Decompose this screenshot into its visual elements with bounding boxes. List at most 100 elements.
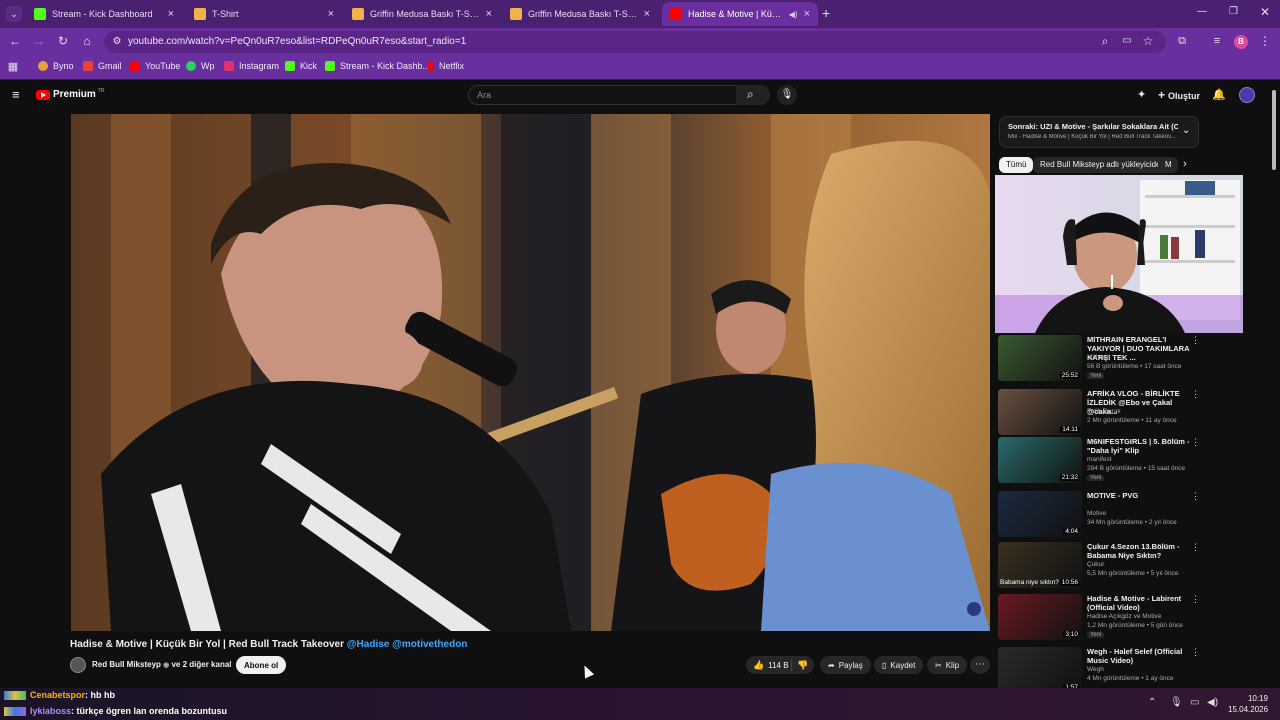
- tab-tshirt[interactable]: T-Shirt ×: [186, 2, 342, 26]
- bookmark-netflix[interactable]: Netflix: [428, 61, 464, 71]
- save-button[interactable]: ▯ Kaydet: [874, 656, 924, 674]
- video-player[interactable]: [71, 114, 990, 631]
- tab-search-button[interactable]: ⌄: [6, 6, 22, 22]
- video-thumbnail[interactable]: 25:52: [998, 335, 1082, 381]
- more-vertical-icon[interactable]: ⋮: [1191, 594, 1200, 605]
- video-thumbnail[interactable]: 4:04: [998, 491, 1082, 537]
- recommendation-item[interactable]: Babama niye sıktın? 10:56 Çukur 4.Sezon 13…: [998, 542, 1208, 592]
- bookmark-star-icon[interactable]: ☆: [1141, 34, 1155, 48]
- close-icon[interactable]: ×: [804, 8, 810, 20]
- recommendation-channel[interactable]: Hadise Açıkgöz ve Motive: [1087, 613, 1161, 620]
- menu-icon[interactable]: ⋮: [1258, 34, 1272, 48]
- recommendation-title[interactable]: Wegh - Halef Selef (Official Music Video…: [1087, 647, 1191, 665]
- chevron-down-icon[interactable]: ⌄: [1182, 125, 1190, 136]
- clip-button[interactable]: ✂ Klip: [927, 656, 968, 674]
- recommendation-item[interactable]: 14:11 AFRİKA VLOG - BİRLİKTE İZLEDİK @Ebo…: [998, 389, 1208, 439]
- volume-icon[interactable]: ◀): [1207, 697, 1218, 708]
- recommendation-channel[interactable]: Çukur: [1087, 561, 1104, 568]
- more-vertical-icon[interactable]: ⋮: [1191, 647, 1200, 658]
- up-next-panel[interactable]: Sonraki: UZI & Motive - Şarkılar Sokakla…: [999, 116, 1199, 148]
- bookmark-gmail[interactable]: Gmail: [83, 61, 122, 71]
- zoom-icon[interactable]: ⌕: [1098, 34, 1112, 48]
- cast-icon[interactable]: ▭: [1120, 34, 1134, 48]
- bookmark-wp[interactable]: Wp: [186, 61, 215, 71]
- close-icon[interactable]: ×: [168, 8, 174, 20]
- bookmark-instagram[interactable]: Instagram: [224, 61, 279, 71]
- more-vertical-icon[interactable]: ⋮: [1191, 491, 1200, 502]
- recommendation-title[interactable]: M6NIFESTGIRLS | 5. Bölüm - "Daha İyi" Kl…: [1087, 437, 1191, 455]
- bookmark-byno[interactable]: Byno: [38, 61, 74, 71]
- url-text[interactable]: youtube.com/watch?v=PeQn0uR7eso&list=RDP…: [128, 36, 466, 47]
- bookmark-youtube[interactable]: YouTube: [130, 61, 180, 71]
- extensions-icon[interactable]: ⧉: [1175, 34, 1189, 48]
- tab-griffin-1[interactable]: Griffin Medusa Baskı T-Shirt - E ×: [344, 2, 500, 26]
- speaker-icon[interactable]: ◀): [789, 10, 798, 19]
- media-control-icon[interactable]: ≡: [1210, 34, 1224, 48]
- video-thumbnail[interactable]: 3:10: [998, 594, 1082, 640]
- dislike-button[interactable]: 👎: [792, 660, 808, 671]
- profile-avatar[interactable]: B: [1234, 35, 1248, 49]
- apps-grid-icon[interactable]: ▦: [6, 60, 20, 74]
- recommendation-item[interactable]: 25:52 MITHRAIN ERANGEL'I YAKIYOR | DUO TA…: [998, 335, 1208, 385]
- bookmark-kick[interactable]: Kick: [285, 61, 317, 71]
- recommendation-channel[interactable]: Mithrain: [1087, 354, 1110, 361]
- chip-all[interactable]: Tümü: [999, 157, 1034, 173]
- hamburger-menu-icon[interactable]: ≡: [12, 88, 20, 101]
- close-icon[interactable]: ×: [328, 8, 334, 20]
- channel-avatar[interactable]: [70, 657, 86, 673]
- account-avatar[interactable]: [1239, 87, 1255, 103]
- forward-button[interactable]: →: [32, 34, 46, 48]
- back-button[interactable]: ←: [8, 34, 22, 48]
- clock[interactable]: 10:19 15.04.2026: [1228, 693, 1268, 715]
- more-vertical-icon[interactable]: ⋮: [1191, 335, 1200, 346]
- minimize-button[interactable]: —: [1197, 6, 1207, 17]
- more-actions-button[interactable]: ⋯: [970, 656, 990, 674]
- bookmark-kick-dashboard[interactable]: Stream - Kick Dashb...: [325, 61, 430, 71]
- tab-youtube-active[interactable]: Hadise & Motive | Küçük Bi ◀) ×: [662, 2, 818, 26]
- chip-more[interactable]: M: [1158, 157, 1178, 173]
- scrollbar-track[interactable]: [1271, 84, 1277, 684]
- chip-uploader[interactable]: Red Bull Miksteyp adlı yükleyiciden: [1033, 157, 1172, 173]
- video-thumbnail[interactable]: Babama niye sıktın? 10:56: [998, 542, 1082, 588]
- recommendation-title[interactable]: MOTIVE - PVG: [1087, 491, 1191, 500]
- more-vertical-icon[interactable]: ⋮: [1191, 542, 1200, 553]
- restore-button[interactable]: ❐: [1229, 6, 1238, 17]
- create-button[interactable]: + Oluştur: [1158, 88, 1200, 102]
- like-button[interactable]: 👍 114 B: [746, 659, 792, 671]
- channel-name[interactable]: Red Bull Miksteyp ◉ ve 2 diğer kanal: [92, 660, 232, 669]
- voice-search-button[interactable]: 🎙: [777, 85, 797, 105]
- reload-button[interactable]: ↻: [56, 34, 70, 48]
- search-input[interactable]: Ara: [468, 85, 770, 105]
- recommendation-channel[interactable]: Fatih Durak: [1087, 408, 1121, 415]
- chevron-right-icon[interactable]: ›: [1183, 158, 1187, 170]
- recommendation-item[interactable]: 3:10 Hadise & Motive - Labirent (Official…: [998, 594, 1208, 644]
- video-title-mentions[interactable]: @Hadise @motivethedon: [347, 639, 468, 650]
- site-info-icon[interactable]: ⚙: [110, 35, 124, 49]
- recommendation-title[interactable]: Çukur 4.Sezon 13.Bölüm - Babama Niye Sık…: [1087, 542, 1191, 560]
- network-icon[interactable]: ▭: [1190, 697, 1199, 708]
- video-thumbnail[interactable]: 21:32: [998, 437, 1082, 483]
- recommendation-item[interactable]: 21:32 M6NIFESTGIRLS | 5. Bölüm - "Daha İy…: [998, 437, 1208, 487]
- video-thumbnail[interactable]: 1:57: [998, 647, 1082, 693]
- recommendation-title[interactable]: Hadise & Motive - Labirent (Official Vid…: [1087, 594, 1191, 612]
- tab-kick-dashboard[interactable]: Stream - Kick Dashboard ×: [26, 2, 182, 26]
- notifications-bell-icon[interactable]: 🔔: [1212, 88, 1226, 101]
- extension-icon[interactable]: ✦: [1137, 88, 1146, 101]
- video-thumbnail[interactable]: 14:11: [998, 389, 1082, 435]
- subscribe-button[interactable]: Abone ol: [236, 656, 287, 674]
- recommendation-channel[interactable]: Wegh: [1087, 666, 1104, 673]
- more-vertical-icon[interactable]: ⋮: [1191, 389, 1200, 400]
- more-vertical-icon[interactable]: ⋮: [1191, 437, 1200, 448]
- close-icon[interactable]: ×: [486, 8, 492, 20]
- tab-griffin-2[interactable]: Griffin Medusa Baskı T-Shirt - S ×: [502, 2, 658, 26]
- close-icon[interactable]: ×: [644, 8, 650, 20]
- tray-chevron-up-icon[interactable]: ⌃: [1148, 697, 1156, 708]
- share-button[interactable]: ➦ Paylaş: [820, 656, 871, 674]
- home-button[interactable]: ⌂: [80, 34, 94, 48]
- scrollbar-thumb[interactable]: [1272, 90, 1276, 170]
- recommendation-channel[interactable]: manifest: [1087, 456, 1112, 463]
- youtube-logo[interactable]: Premium TR: [36, 88, 104, 100]
- close-window-button[interactable]: ✕: [1260, 5, 1270, 19]
- recommendation-channel[interactable]: Motive: [1087, 510, 1106, 517]
- recommendation-item[interactable]: 4:04 MOTIVE - PVG Motive 34 Mn görüntüleme …: [998, 491, 1208, 541]
